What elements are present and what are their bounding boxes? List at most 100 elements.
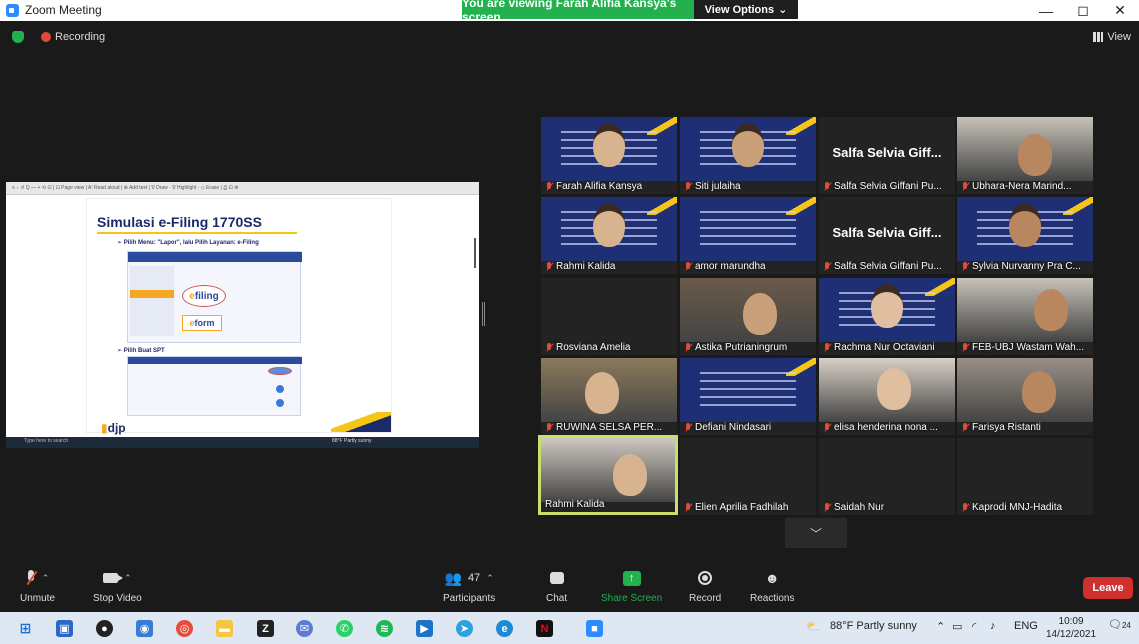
virtual-background-poster — [680, 117, 816, 181]
participant-tile[interactable]: Saidah Nur — [819, 438, 955, 515]
audio-options-caret[interactable]: ⌃ — [42, 573, 50, 584]
leave-button[interactable]: Leave — [1083, 577, 1133, 599]
windows-start-icon[interactable]: ⊞ — [17, 620, 34, 637]
poster-text-line — [700, 380, 796, 382]
participant-name: Salfa Selvia Giffani Pu... — [834, 261, 942, 272]
participant-face — [593, 203, 625, 247]
spt-table-mockup — [127, 356, 302, 416]
stop-video-button[interactable]: ⌃ Stop Video — [93, 568, 142, 605]
mic-muted-icon — [823, 502, 831, 513]
photos-icon[interactable]: ▶ — [416, 620, 433, 637]
video-options-caret[interactable]: ⌃ — [124, 573, 132, 584]
participant-name-label: Farisya Ristanti — [961, 422, 1089, 433]
participant-name-label: Elien Aprilia Fadhilah — [684, 502, 812, 513]
volume-icon[interactable]: ♪ — [990, 620, 996, 632]
participant-tile[interactable]: Farisya Ristanti — [957, 358, 1093, 435]
participant-video — [957, 278, 1093, 342]
close-button[interactable]: ✕ — [1101, 0, 1139, 21]
record-button[interactable]: Record — [689, 568, 721, 604]
participant-name-label: Rahmi Kalida — [545, 261, 673, 272]
chrome-icon[interactable]: ◎ — [176, 620, 193, 637]
telegram-icon[interactable]: ➤ — [456, 620, 473, 637]
shared-screen[interactable]: ≡ ↓ ↺ Q — + ⟲ ⊡ | ⊡ Page view | A⁾ Read … — [6, 182, 479, 448]
participant-tile[interactable]: RUWINA SELSA PER... — [541, 358, 677, 435]
participant-tile[interactable]: Rahmi Kalida — [541, 197, 677, 274]
participant-tile[interactable]: Astika Putrianingrum — [680, 278, 816, 355]
participant-tile[interactable]: Defiani Nindasari — [680, 358, 816, 435]
participant-tile[interactable]: Salfa Selvia Giff... Salfa Selvia Giffani… — [819, 117, 955, 194]
media-player-icon[interactable]: ● — [96, 620, 113, 637]
participant-face — [593, 123, 625, 167]
virtual-background-poster — [819, 278, 955, 342]
efiling-option: e filing — [182, 285, 226, 307]
language-indicator[interactable]: ENG — [1014, 620, 1038, 632]
notification-icon[interactable]: 🗨24 — [1108, 618, 1131, 631]
recording-label: Recording — [55, 31, 106, 43]
maximize-button[interactable]: ◻ — [1064, 0, 1102, 21]
chat-button[interactable]: Chat — [546, 568, 567, 604]
record-label: Record — [689, 593, 722, 604]
participant-name-label: Rosviana Amelia — [545, 342, 673, 353]
zoom-taskbar-icon[interactable]: ■ — [586, 620, 603, 637]
clock-time: 10:09 — [1058, 616, 1084, 627]
participant-tile[interactable]: FEB-UBJ Wastam Wah... — [957, 278, 1093, 355]
edge-icon[interactable]: e — [496, 620, 513, 637]
view-options-label: View Options — [704, 3, 775, 16]
participant-tile[interactable]: Elien Aprilia Fadhilah — [680, 438, 816, 515]
presentation-slide: Simulasi e-Filing 1770SS ➢ Pilih Menu: "… — [86, 198, 392, 435]
file-explorer-icon[interactable]: ▬ — [216, 620, 233, 637]
view-options-button[interactable]: View Options ⌄ — [694, 0, 798, 19]
zotero-icon[interactable]: Z — [257, 620, 274, 637]
mic-muted-icon — [823, 181, 831, 192]
mic-muted-icon — [684, 502, 692, 513]
slide-bullet-1: ➢ Pilih Menu: "Lapor", lalu Pilih Layana… — [117, 240, 259, 246]
participant-tile[interactable]: amor marundha — [680, 197, 816, 274]
messenger-icon[interactable]: ✉ — [296, 620, 313, 637]
participant-name-label: amor marundha — [684, 261, 812, 272]
gallery-next-page-button[interactable]: ﹀ — [785, 518, 847, 548]
participant-name-label: Ubhara-Nera Marind... — [961, 181, 1089, 192]
shared-weather: 88°F Partly sunny — [332, 438, 372, 444]
participants-options-caret[interactable]: ⌃ — [486, 573, 494, 584]
tray-expand-icon[interactable]: ⌃ — [936, 620, 945, 633]
efiling-label: filing — [194, 290, 219, 302]
system-clock[interactable]: 10:09 14/12/2021 — [1046, 615, 1096, 641]
mic-muted-icon — [823, 342, 831, 353]
participants-button[interactable]: 👥 47 ⌃ Participants — [443, 568, 495, 605]
mic-muted-icon — [961, 502, 969, 513]
participant-tile[interactable]: Sylvia Nurvanny Pra C... — [957, 197, 1093, 274]
camera-icon[interactable]: ◉ — [136, 620, 153, 637]
wifi-icon[interactable]: ◜ — [972, 620, 976, 633]
participant-video — [541, 438, 675, 502]
minimize-button[interactable]: — — [1027, 0, 1065, 21]
participant-tile[interactable]: elisa henderina nona ... — [819, 358, 955, 435]
pdf-toolbar: ≡ ↓ ↺ Q — + ⟲ ⊡ | ⊡ Page view | A⁾ Read … — [6, 182, 479, 195]
participant-tile[interactable]: Salfa Selvia Giff... Salfa Selvia Giffani… — [819, 197, 955, 274]
participant-tile[interactable]: Rahmi Kalida — [538, 435, 678, 515]
security-shield-icon[interactable] — [12, 31, 24, 43]
participant-name: Astika Putrianingrum — [695, 342, 788, 353]
participant-tile[interactable]: Farah Alifia Kansya — [541, 117, 677, 194]
weather-icon[interactable]: ⛅ — [806, 620, 820, 633]
unmute-button[interactable]: ⌃ Unmute — [20, 568, 55, 604]
netflix-icon[interactable]: N — [536, 620, 553, 637]
store-icon[interactable]: ▣ — [56, 620, 73, 637]
weather-text[interactable]: 88°F Partly sunny — [830, 620, 917, 632]
split-divider-handle[interactable] — [482, 302, 485, 326]
slide-bullet-2-text: Pilih Buat SPT — [123, 348, 165, 354]
participant-tile[interactable]: Siti julaiha — [680, 117, 816, 194]
participant-tile[interactable]: Rachma Nur Octaviani — [819, 278, 955, 355]
participant-name-label: Kaprodi MNJ-Hadita — [961, 502, 1089, 513]
share-screen-button[interactable]: ↑ Share Screen — [601, 568, 662, 604]
mic-muted-icon — [684, 342, 692, 353]
spotify-icon[interactable]: ≋ — [376, 620, 393, 637]
participant-tile[interactable]: Ubhara-Nera Marind... — [957, 117, 1093, 194]
screen-scrollbar[interactable] — [474, 238, 476, 268]
participant-tile[interactable]: Rosviana Amelia — [541, 278, 677, 355]
network-icon[interactable]: ▭ — [952, 620, 962, 633]
whatsapp-icon[interactable]: ✆ — [336, 620, 353, 637]
view-button[interactable]: View — [1093, 31, 1131, 43]
reactions-button[interactable]: ☻ Reactions — [750, 568, 794, 604]
participant-tile[interactable]: Kaprodi MNJ-Hadita — [957, 438, 1093, 515]
smiley-plus-icon: ☻ — [764, 570, 780, 586]
